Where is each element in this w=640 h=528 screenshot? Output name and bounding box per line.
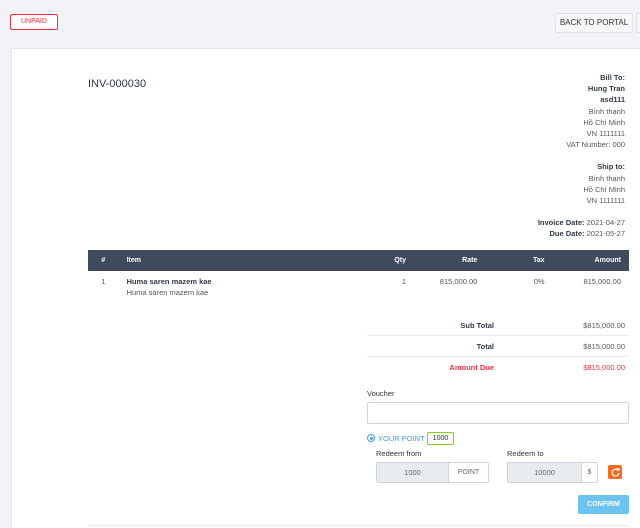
invoice-date: Invoice Date: 2021-04-27 [538, 217, 625, 228]
bill-to-line1: Bình thạnh [588, 106, 625, 116]
voucher-label: Voucher [367, 389, 395, 398]
redeem-to-label: Redeem to [507, 449, 544, 458]
refresh-button[interactable] [608, 465, 622, 479]
redeem-to-input[interactable]: 10000 [507, 462, 581, 483]
bill-to-label: Bill To: [600, 73, 625, 82]
col-item: Item [118, 250, 374, 271]
your-point-row[interactable]: YOUR POINT 1000 [367, 430, 455, 446]
redeem-from-input[interactable]: 1000 [376, 462, 448, 483]
due-date-value: 2021-05-27 [586, 229, 625, 239]
row-qty: 1 [401, 277, 407, 286]
row-item: Huma saren mazem kae Huma saren mazem ka… [119, 271, 374, 303]
redeem-to-unit: $ [581, 462, 598, 483]
your-point-label: YOUR POINT [378, 433, 425, 443]
totals: Sub Total $815,000.00 Total $815,000.00 … [367, 315, 629, 378]
bill-to-line2: Hồ Chí Minh [583, 117, 625, 127]
bill-to-company: asd111 [600, 95, 625, 105]
footer-divider [88, 525, 629, 526]
items-table: # Item Qty Rate Tax Amount 1 Huma saren … [88, 250, 629, 303]
invoice-date-value: 2021-04-27 [586, 218, 625, 228]
invoice-panel: INV-000030 Bill To: Hung Tran asd111 Bìn… [11, 48, 640, 528]
amount-due-value: $815,000.00 [583, 363, 625, 372]
ship-to-line2: Hồ Chí Minh [583, 184, 625, 194]
due-date: Due Date: 2021-05-27 [538, 228, 625, 239]
sub-total-label: Sub Total [460, 321, 494, 330]
refresh-icon [611, 467, 619, 477]
status-badge: UNPAID [10, 14, 58, 30]
ship-to-label: Ship to: [597, 162, 625, 172]
table-row: 1 Huma saren mazem kae Huma saren mazem … [88, 271, 629, 303]
bill-to-name: Hung Tran [587, 84, 625, 94]
row-amount: 815,000.00 [583, 277, 621, 286]
table-header-row: # Item Qty Rate Tax Amount [88, 250, 629, 271]
item-name: Huma saren mazem kae [126, 277, 212, 286]
back-to-portal-button[interactable]: BACK TO PORTAL [555, 13, 633, 33]
amount-due-row: Amount Due $815,000.00 [367, 357, 629, 378]
bill-to-vat: VAT Number: 000 [566, 140, 625, 150]
point-radio[interactable] [367, 434, 375, 442]
invoice-date-label: Invoice Date: [537, 218, 585, 228]
row-num: 1 [101, 277, 106, 286]
sub-total-value: $815,000.00 [583, 321, 625, 330]
total-value: $815,000.00 [583, 342, 625, 351]
total-row: Total $815,000.00 [367, 336, 629, 357]
redeem-from-unit: POINT [448, 462, 489, 483]
your-point-badge: 1000 [426, 431, 455, 445]
col-amount: Amount [552, 250, 629, 271]
bill-to-line3: VN 1111111 [586, 129, 625, 139]
row-rate: 815,000.00 [439, 277, 478, 286]
due-date-label: Due Date: [549, 229, 585, 239]
row-tax: 0% [533, 277, 545, 286]
ship-to-line1: Bình thạnh [588, 173, 625, 183]
ship-to-line3: VN 1111111 [586, 196, 625, 206]
redeem-to-group: 10000 $ [507, 462, 598, 483]
sub-total-row: Sub Total $815,000.00 [367, 315, 629, 336]
redeem-from-label: Redeem from [376, 449, 422, 458]
billing-info: Bill To: Hung Tran asd111 Bình thạnh Hồ … [538, 72, 625, 240]
col-tax: Tax [485, 250, 553, 271]
edge-button[interactable] [636, 13, 640, 33]
voucher-input[interactable] [367, 402, 629, 424]
invoice-number: INV-000030 [88, 78, 147, 90]
amount-due-label: Amount Due [449, 363, 494, 372]
col-qty: Qty [373, 250, 415, 271]
col-rate: Rate [414, 250, 486, 271]
total-label: Total [476, 342, 494, 351]
confirm-button[interactable]: CONFIRM [578, 495, 629, 514]
col-num: # [88, 250, 119, 271]
redeem-from-group: 1000 POINT [376, 462, 489, 483]
item-description: Huma saren mazem kae [126, 288, 209, 297]
